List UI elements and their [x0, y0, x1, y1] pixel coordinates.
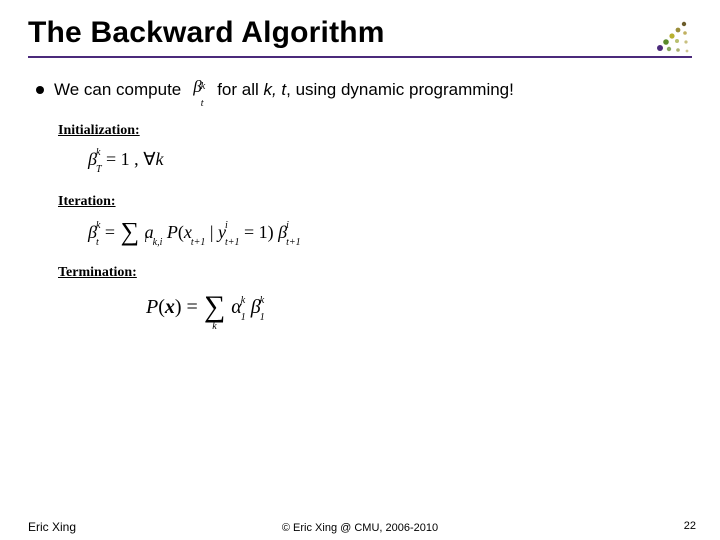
copyright-text: © Eric Xing @ CMU, 2006-2010: [282, 522, 438, 534]
initialization-formula: βkT = 1 , ∀k: [88, 149, 684, 170]
beta-symbol: βkt: [191, 76, 207, 103]
slide-title: The Backward Algorithm: [28, 16, 385, 50]
termination-label: Termination:: [58, 265, 684, 281]
page-number: 22: [684, 520, 696, 532]
iteration-label: Iteration:: [58, 194, 684, 210]
bullet-suffix: for all k, t, using dynamic programming!: [217, 79, 514, 100]
termination-formula: P(x) = ∑k αk1 βk1: [146, 293, 684, 322]
bullet-prefix: We can compute: [54, 79, 181, 100]
main-bullet: We can compute βkt for all k, t, using d…: [36, 76, 684, 103]
iteration-formula: βkt = ∑i a k,i P(x t+1 | yit+1 = 1) βit+…: [88, 220, 684, 245]
bullet-dot-icon: [36, 86, 44, 94]
initialization-label: Initialization:: [58, 123, 684, 139]
author-name: Eric Xing: [28, 520, 76, 534]
slide-body: We can compute βkt for all k, t, using d…: [28, 70, 692, 322]
dots-logo-icon: [650, 14, 692, 56]
title-rule: [28, 56, 692, 58]
